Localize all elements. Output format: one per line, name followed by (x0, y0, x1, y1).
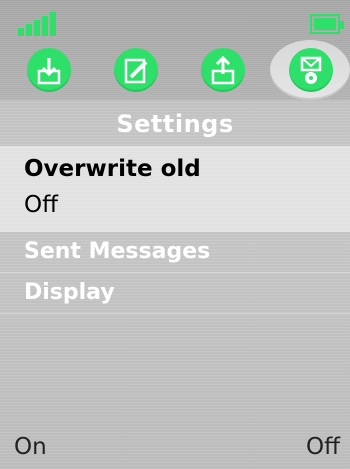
tab-bar (0, 40, 350, 100)
page-title: Settings (116, 110, 234, 138)
setting-label: Overwrite old (24, 156, 201, 182)
message-settings-icon (300, 56, 322, 84)
softkey-right[interactable]: Off (306, 434, 340, 460)
top-bar (0, 0, 350, 100)
battery-icon (310, 14, 344, 34)
tab-write[interactable] (114, 48, 158, 92)
phone-screen: Settings Overwrite old Off Sent Messages… (0, 0, 350, 469)
tab-settings[interactable] (289, 48, 333, 92)
tab-outbox[interactable] (201, 48, 245, 92)
tab-inbox[interactable] (27, 48, 71, 92)
menu-item-display[interactable]: Display (0, 273, 350, 313)
softkey-bar: On Off (0, 430, 350, 466)
inbox-download-icon (37, 58, 61, 85)
edit-pencil-icon (124, 58, 148, 84)
menu-item-sent-messages[interactable]: Sent Messages (0, 232, 350, 272)
menu-divider (0, 313, 350, 314)
setting-value: Off (24, 192, 58, 218)
signal-bars-icon (18, 10, 58, 36)
softkey-left[interactable]: On (14, 434, 47, 460)
selected-setting[interactable]: Overwrite old Off (0, 146, 350, 232)
outbox-upload-icon (211, 55, 235, 85)
